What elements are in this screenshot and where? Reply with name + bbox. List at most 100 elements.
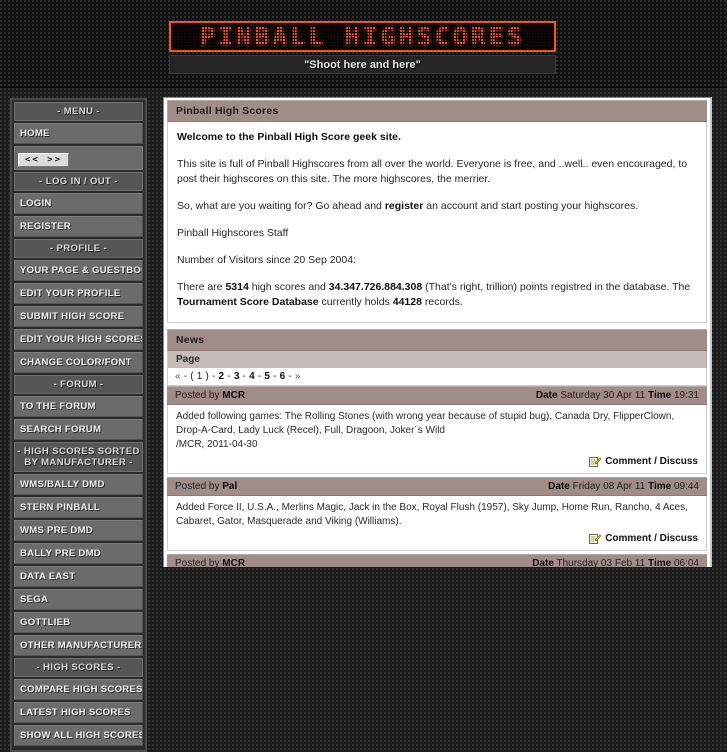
page-title: Pinball High Scores — [167, 100, 707, 122]
post-time: 19:31 — [671, 390, 699, 401]
note-pencil-icon — [589, 533, 602, 545]
pagination-separator: - — [180, 371, 191, 382]
register-link[interactable]: register — [385, 200, 424, 212]
post-header: Posted by MCR Date Thursday 03 Feb 11 Tim… — [167, 554, 707, 567]
cta-paragraph: So, what are you waiting for? Go ahead a… — [177, 199, 697, 214]
sidebar-item-show-all-high-scores[interactable]: SHOW ALL HIGH SCORES — [14, 725, 143, 746]
post-author-block: Posted by Pal — [175, 481, 237, 492]
post-time: 06:04 — [671, 558, 699, 567]
banner-subtitle: "Shoot here and here" — [169, 55, 556, 74]
post-author[interactable]: Pal — [222, 481, 237, 492]
staff-signature: Pinball Highscores Staff — [177, 227, 289, 239]
sidebar-item-login[interactable]: LOGIN — [14, 193, 143, 214]
sidebar-item-compare-high-scores[interactable]: COMPARE HIGH SCORES — [14, 679, 143, 700]
post-time: 09:44 — [671, 481, 699, 492]
date-label: Date — [532, 558, 554, 567]
dmd-logo-display: PINBALL HIGHSCORES — [169, 21, 556, 52]
posted-by-label: Posted by — [175, 390, 223, 401]
sidebar-item-gottlieb[interactable]: GOTTLIEB — [14, 612, 143, 633]
post-date: Saturday 30 Apr 11 — [557, 390, 649, 401]
sidebar-item-register[interactable]: REGISTER — [14, 216, 143, 237]
visitors-line: Number of Visitors since 20 Sep 2004: — [177, 254, 356, 266]
sidebar-heading: - HIGH SCORES SORTED BY MANUFACTURER - — [14, 442, 143, 472]
pagination-separator: - — [239, 371, 250, 382]
sidebar-item-home[interactable]: HOME — [14, 123, 143, 144]
sidebar-item-bally-pre-dmd[interactable]: BALLY PRE DMD — [14, 543, 143, 564]
post-author-block: Posted by MCR — [175, 390, 245, 401]
comment-discuss-label: Comment / Discuss — [605, 456, 698, 467]
comment-discuss-label: Comment / Discuss — [605, 533, 698, 544]
sidebar-item-other-manufacturers[interactable]: OTHER MANUFACTURERS — [14, 635, 143, 656]
post-body: Added Force II, U.S.A., Merlins Magic, J… — [167, 496, 707, 551]
site-banner: PINBALL HIGHSCORES "Shoot here and here" — [0, 0, 727, 88]
time-label: Time — [648, 390, 672, 401]
pagination: « - ( 1 ) - 2 - 3 - 4 - 5 - 6 - » — [167, 368, 707, 386]
page-label: Page — [167, 351, 707, 368]
dmd-logo-text: PINBALL HIGHSCORES — [200, 22, 525, 51]
stats-paragraph: There are 5314 high scores and 34.347.72… — [177, 280, 697, 310]
post-date-block: Date Friday 08 Apr 11 Time 09:44 — [548, 481, 699, 492]
post-author[interactable]: MCR — [222, 558, 245, 567]
stats-middle-2: (That's right, trillion) points registre… — [422, 281, 691, 293]
stats-middle-1: high scores and — [248, 281, 329, 293]
posted-by-label: Posted by — [175, 481, 223, 492]
sidebar-item-sega[interactable]: SEGA — [14, 589, 143, 610]
post-header: Posted by MCR Date Saturday 30 Apr 11 Tim… — [167, 386, 707, 405]
sidebar-heading: - PROFILE - — [14, 239, 143, 258]
post-text: Added following games: The Rolling Stone… — [176, 411, 675, 436]
records-count: 44128 — [392, 296, 422, 308]
sidebar-item-your-page-guestbook[interactable]: YOUR PAGE & GUESTBOOK — [14, 260, 143, 281]
time-label: Time — [648, 481, 672, 492]
post-author[interactable]: MCR — [222, 390, 245, 401]
stats-prefix: There are — [177, 281, 226, 293]
sidebar-heading: - FORUM - — [14, 375, 143, 394]
sidebar-prev-next-button[interactable]: << >> — [18, 153, 70, 167]
pagination-separator: - — [270, 371, 280, 382]
cta-suffix: an account and start posting your highsc… — [423, 200, 639, 212]
sidebar-heading: - LOG IN / OUT - — [14, 172, 143, 191]
sidebar-item-wms-pre-dmd[interactable]: WMS PRE DMD — [14, 520, 143, 541]
sidebar-item-search-forum[interactable]: SEARCH FORUM — [14, 419, 143, 440]
posted-by-label: Posted by — [175, 558, 223, 567]
post-text: Added Force II, U.S.A., Merlins Magic, J… — [176, 502, 688, 527]
sidebar-heading: - HIGH SCORES - — [14, 658, 143, 677]
pagination-last[interactable]: » — [295, 371, 301, 382]
sidebar-item-edit-your-profile[interactable]: EDIT YOUR PROFILE — [14, 283, 143, 304]
cta-prefix: So, what are you waiting for? Go ahead a… — [177, 200, 385, 212]
post-author-block: Posted by MCR — [175, 558, 245, 567]
sidebar-item-change-color-font[interactable]: CHANGE COLOR/FONT — [14, 352, 143, 373]
post-date: Thursday 03 Feb 11 — [553, 558, 649, 567]
high-scores-count: 5314 — [225, 281, 249, 293]
post-body: Added following games: The Rolling Stone… — [167, 405, 707, 474]
sidebar-item-to-the-forum[interactable]: TO THE FORUM — [14, 396, 143, 417]
pagination-separator: - — [224, 371, 234, 382]
sidebar-item-data-east[interactable]: DATA EAST — [14, 566, 143, 587]
sidebar-item-latest-high-scores[interactable]: LATEST HIGH SCORES — [14, 702, 143, 723]
main-content: Pinball High Scores Welcome to the Pinba… — [163, 97, 712, 567]
sidebar-item-wms-bally-dmd[interactable]: WMS/BALLY DMD — [14, 474, 143, 495]
stats-suffix: records. — [421, 296, 463, 308]
note-pencil-icon — [589, 456, 602, 468]
news-post-list: Posted by MCR Date Saturday 30 Apr 11 Tim… — [167, 386, 707, 567]
stats-middle-3: currently holds — [318, 296, 393, 308]
points-total: 34.347.726.884.308 — [328, 281, 423, 293]
pagination-separator: - — [285, 371, 295, 382]
post-signature: /MCR, 2011-04-30 — [176, 439, 258, 450]
pagination-separator: - — [209, 371, 219, 382]
welcome-heading: Welcome to the Pinball High Score geek s… — [177, 130, 697, 145]
comment-discuss-link[interactable]: Comment / Discuss — [176, 532, 698, 546]
welcome-heading-text: Welcome to the Pinball High Score geek s… — [177, 131, 401, 143]
pagination-current-page: ( 1 ) — [190, 371, 210, 382]
sidebar-item-edit-your-high-scores[interactable]: EDIT YOUR HIGH SCORES — [14, 329, 143, 350]
welcome-panel: Welcome to the Pinball High Score geek s… — [167, 122, 707, 323]
date-label: Date — [548, 481, 570, 492]
sidebar-item-stern-pinball[interactable]: STERN PINBALL — [14, 497, 143, 518]
news-section: News Page « - ( 1 ) - 2 - 3 - 4 - 5 - 6 … — [167, 329, 707, 567]
intro-paragraph: This site is full of Pinball Highscores … — [177, 158, 688, 185]
sidebar-nav-row: << >> — [14, 146, 143, 170]
time-label: Time — [648, 558, 672, 567]
post-date: Friday 08 Apr 11 — [569, 481, 649, 492]
sidebar: - MENU - HOME << >> - LOG IN / OUT - LOGIN RE… — [10, 98, 147, 752]
sidebar-item-submit-high-score[interactable]: SUBMIT HIGH SCORE — [14, 306, 143, 327]
comment-discuss-link[interactable]: Comment / Discuss — [176, 455, 698, 469]
